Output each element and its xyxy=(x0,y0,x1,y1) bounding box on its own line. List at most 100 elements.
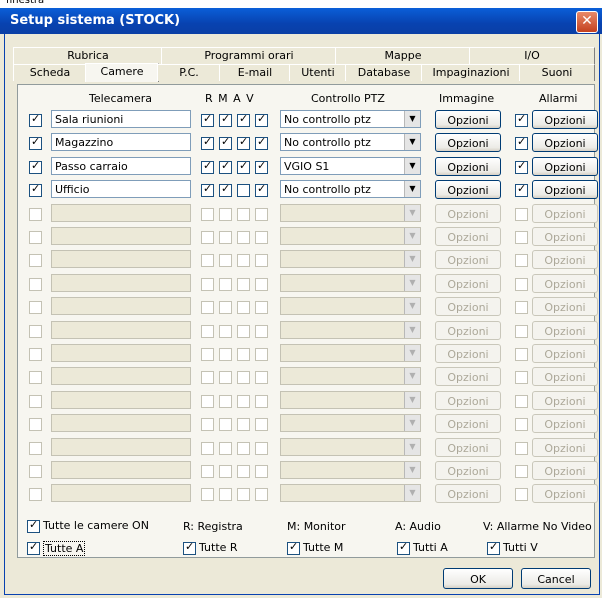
ok-button[interactable]: OK xyxy=(443,568,513,589)
title-bar[interactable]: Setup sistema (STOCK) ✕ xyxy=(0,8,602,34)
image-options-button[interactable]: Opzioni xyxy=(435,180,501,200)
m-checkbox[interactable] xyxy=(219,418,232,432)
camera-name-field[interactable]: Magazzino xyxy=(51,133,191,152)
alarm-checkbox[interactable] xyxy=(515,394,528,408)
v-checkbox[interactable] xyxy=(255,207,268,221)
checkbox[interactable]: ✓ xyxy=(397,540,410,555)
image-options-button[interactable]: Opzioni xyxy=(435,414,501,434)
alarm-checkbox[interactable] xyxy=(515,488,528,502)
enabled-checkbox[interactable]: ✓ xyxy=(29,112,42,127)
a-checkbox[interactable] xyxy=(237,184,250,198)
alarm-checkbox[interactable] xyxy=(515,348,528,361)
chevron-down-icon[interactable]: ▼ xyxy=(404,391,420,408)
tab-scheda[interactable]: Scheda xyxy=(13,64,87,81)
checkbox[interactable]: ✓ xyxy=(287,540,300,555)
r-checkbox[interactable] xyxy=(201,465,214,478)
v-checkbox[interactable] xyxy=(255,441,268,455)
ptz-select[interactable]: VGIO S1 ▼ xyxy=(280,156,421,175)
camera-name-field[interactable] xyxy=(51,250,191,269)
r-checkbox[interactable] xyxy=(201,207,214,221)
ptz-select[interactable]: No controllo ptz ▼ xyxy=(280,180,421,199)
ptz-select[interactable]: ▼ xyxy=(280,484,421,503)
image-options-button[interactable]: Opzioni xyxy=(435,250,501,270)
alarm-checkbox[interactable]: ✓ xyxy=(515,182,528,198)
a-checkbox[interactable] xyxy=(237,348,250,361)
alarm-options-button[interactable]: Opzioni xyxy=(532,133,598,153)
v-checkbox[interactable] xyxy=(255,254,268,268)
alarm-checkbox[interactable] xyxy=(515,324,528,338)
tab-utenti[interactable]: Utenti xyxy=(289,64,347,81)
tab-database[interactable]: Database xyxy=(345,64,423,81)
m-checkbox[interactable]: ✓ xyxy=(219,182,232,198)
camera-name-field[interactable] xyxy=(51,437,191,456)
alarm-options-button[interactable]: Opzioni xyxy=(532,320,598,340)
alarm-options-button[interactable]: Opzioni xyxy=(532,437,598,457)
v-checkbox[interactable] xyxy=(255,465,268,478)
alarm-options-button[interactable]: Opzioni xyxy=(532,484,598,504)
camera-name-field[interactable]: Ufficio xyxy=(51,180,191,199)
a-checkbox[interactable] xyxy=(237,488,250,502)
ptz-select[interactable]: ▼ xyxy=(280,437,421,456)
a-checkbox[interactable] xyxy=(237,441,250,455)
checkbox[interactable]: ✓ xyxy=(183,540,196,555)
image-options-button[interactable]: Opzioni xyxy=(435,344,501,363)
a-checkbox[interactable] xyxy=(237,324,250,338)
ptz-select[interactable]: ▼ xyxy=(280,367,421,386)
v-checkbox[interactable] xyxy=(255,488,268,502)
v-checkbox[interactable]: ✓ xyxy=(255,182,268,198)
r-checkbox[interactable]: ✓ xyxy=(201,182,214,198)
chevron-down-icon[interactable]: ▼ xyxy=(404,321,420,338)
r-checkbox[interactable] xyxy=(201,441,214,455)
alarm-options-button[interactable]: Opzioni xyxy=(532,297,598,317)
m-checkbox[interactable] xyxy=(219,254,232,268)
chevron-down-icon[interactable]: ▼ xyxy=(404,204,420,221)
ptz-select[interactable]: ▼ xyxy=(280,390,421,409)
camera-name-field[interactable] xyxy=(51,414,191,433)
ptz-select[interactable]: ▼ xyxy=(280,227,421,245)
v-checkbox[interactable] xyxy=(255,371,268,385)
v-checkbox[interactable] xyxy=(255,348,268,361)
tab-io[interactable]: I/O xyxy=(469,47,595,64)
image-options-button[interactable]: Opzioni xyxy=(435,484,501,504)
m-checkbox[interactable]: ✓ xyxy=(219,159,232,174)
alarm-options-button[interactable]: Opzioni xyxy=(532,461,598,480)
image-options-button[interactable]: Opzioni xyxy=(435,320,501,340)
checkbox[interactable]: ✓ xyxy=(487,540,500,555)
alarm-checkbox[interactable] xyxy=(515,301,528,315)
ptz-select[interactable]: ▼ xyxy=(280,203,421,222)
image-options-button[interactable]: Opzioni xyxy=(435,297,501,317)
m-checkbox[interactable] xyxy=(219,231,232,244)
enabled-checkbox[interactable]: ✓ xyxy=(29,182,42,198)
r-checkbox[interactable] xyxy=(201,418,214,432)
m-checkbox[interactable] xyxy=(219,371,232,385)
camera-name-field[interactable] xyxy=(51,320,191,339)
v-checkbox[interactable]: ✓ xyxy=(255,135,268,151)
chevron-down-icon[interactable]: ▼ xyxy=(404,368,420,385)
a-checkbox[interactable] xyxy=(237,301,250,315)
camera-name-field[interactable] xyxy=(51,227,191,245)
a-checkbox[interactable]: ✓ xyxy=(237,135,250,151)
a-checkbox[interactable] xyxy=(237,277,250,291)
a-checkbox[interactable] xyxy=(237,418,250,432)
r-checkbox[interactable] xyxy=(201,394,214,408)
alarm-checkbox[interactable] xyxy=(515,277,528,291)
tab-impaginazioni[interactable]: Impaginazioni xyxy=(421,64,521,81)
chevron-down-icon[interactable]: ▼ xyxy=(404,345,420,361)
alarm-checkbox[interactable] xyxy=(515,441,528,455)
v-checkbox[interactable] xyxy=(255,277,268,291)
enabled-checkbox[interactable] xyxy=(29,301,42,315)
camera-name-field[interactable]: Passo carraio xyxy=(51,156,191,175)
tab-suoni[interactable]: Suoni xyxy=(519,64,595,81)
image-options-button[interactable]: Opzioni xyxy=(435,133,501,153)
image-options-button[interactable]: Opzioni xyxy=(435,156,501,176)
r-checkbox[interactable] xyxy=(201,254,214,268)
camera-name-field[interactable] xyxy=(51,390,191,409)
r-checkbox[interactable] xyxy=(201,277,214,291)
chevron-down-icon[interactable]: ▼ xyxy=(404,438,420,455)
chevron-down-icon[interactable]: ▼ xyxy=(404,462,420,478)
chevron-down-icon[interactable]: ▼ xyxy=(404,274,420,291)
m-checkbox[interactable] xyxy=(219,301,232,315)
tab-rubrica[interactable]: Rubrica xyxy=(13,47,163,64)
chevron-down-icon[interactable]: ▼ xyxy=(404,298,420,315)
alarm-options-button[interactable]: Opzioni xyxy=(532,390,598,410)
